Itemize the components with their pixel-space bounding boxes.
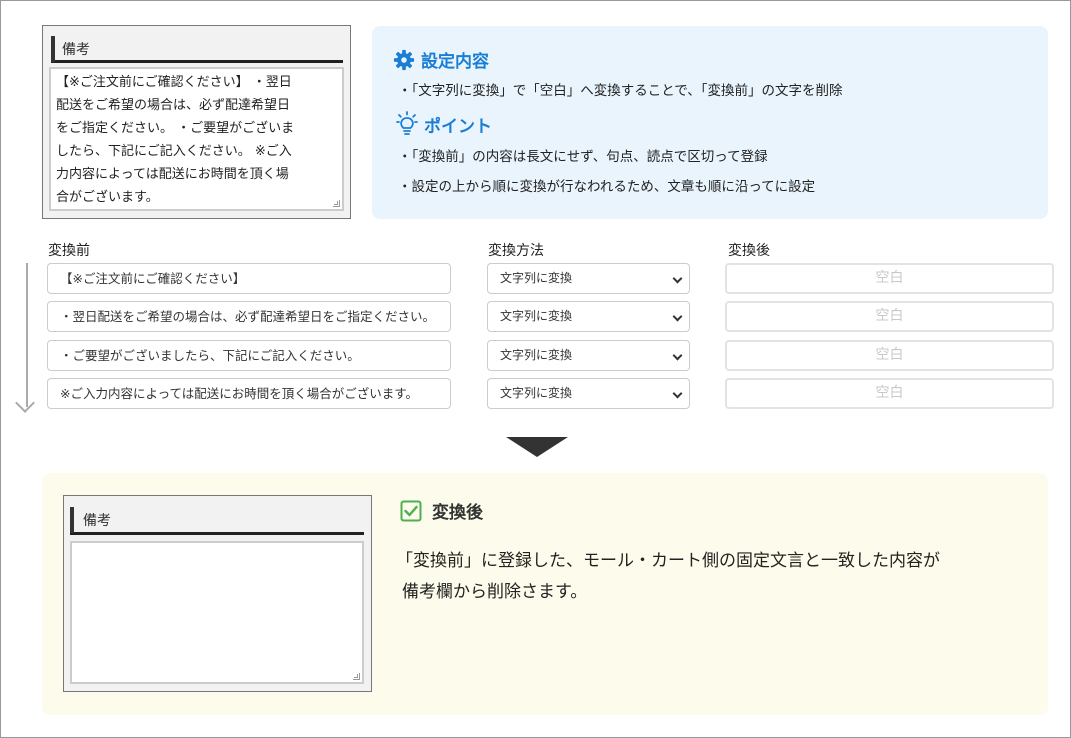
triangle-down-icon [506, 437, 568, 457]
method-select-value: 文字列に変換 [500, 386, 573, 400]
before-input[interactable]: ・ご要望がございましたら、下記にご記入ください。 [47, 340, 451, 371]
chevron-down-icon [672, 273, 683, 284]
lightbulb-icon [396, 111, 418, 135]
memo-heading: 備考 [51, 35, 343, 63]
after-input[interactable]: 空白 [725, 263, 1054, 294]
memo-heading-label: 備考 [62, 42, 90, 58]
method-select[interactable]: 文字列に変換 [487, 378, 690, 409]
resize-grip-icon[interactable] [333, 200, 340, 207]
method-select[interactable]: 文字列に変換 [487, 263, 690, 294]
point-title-label: ポイント [424, 116, 492, 137]
method-select-value: 文字列に変換 [500, 348, 573, 362]
memo-line: 配送をご希望の場合は、必ず配達希望日 [56, 98, 291, 113]
column-header-before: 変換前 [48, 243, 90, 259]
memo-heading-label: 備考 [83, 513, 111, 529]
gear-icon [393, 49, 415, 70]
method-select[interactable]: 文字列に変換 [487, 301, 690, 332]
memo-heading: 備考 [70, 505, 364, 535]
column-header-method: 変換方法 [488, 243, 544, 259]
chevron-down-icon [672, 388, 683, 399]
memo-line: したら、下記にご記入ください。 ※ご入 [56, 144, 292, 159]
result-description: 「変換前」に登録した、モール・カート側の固定文言と一致した内容が [396, 551, 940, 571]
before-input[interactable]: 【※ご注文前にご確認ください】 [47, 263, 451, 294]
flow-arrow-line [26, 263, 28, 407]
after-input[interactable]: 空白 [725, 301, 1054, 332]
memo-textarea[interactable] [70, 541, 364, 684]
memo-line: 合がございます。 [56, 190, 159, 205]
memo-textarea[interactable]: 【※ご注文前にご確認ください】 ・翌日 配送をご希望の場合は、必ず配達希望日 を… [49, 67, 344, 211]
memo-line: 力内容によっては配送にお時間を頂く場 [56, 167, 289, 182]
point-line: ・「変換前」の内容は長文にせず、句点、読点で区切って登録 [398, 149, 768, 165]
resize-grip-icon[interactable] [353, 673, 360, 680]
after-input[interactable]: 空白 [725, 378, 1054, 409]
memo-heading-bar [51, 36, 55, 62]
checkbox-checked-icon [400, 500, 422, 521]
after-input[interactable]: 空白 [725, 340, 1054, 371]
chevron-down-icon [672, 311, 683, 322]
result-description: 備考欄から削除さます。 [402, 582, 588, 602]
point-title: ポイント [396, 111, 492, 137]
method-select-value: 文字列に変換 [500, 309, 573, 323]
memo-box-after: 備考 [63, 495, 372, 692]
settings-title-label: 設定内容 [421, 52, 489, 72]
memo-line: をご指定ください。 ・ご要望がございま [56, 121, 295, 136]
memo-box-before: 備考 【※ご注文前にご確認ください】 ・翌日 配送をご希望の場合は、必ず配達希望… [42, 25, 351, 219]
column-header-after: 変換後 [728, 243, 770, 259]
method-select[interactable]: 文字列に変換 [487, 340, 690, 371]
settings-title: 設定内容 [393, 47, 489, 72]
settings-line: ・「文字列に変換」で「空白」へ変換することで、「変換前」の文字を削除 [398, 83, 843, 99]
before-input[interactable]: ※ご入力内容によっては配送にお時間を頂く場合がございます。 [47, 378, 451, 409]
point-line: ・設定の上から順に変換が行なわれるため、文章も順に沿ってに設定 [398, 179, 816, 195]
memo-heading-bar [70, 507, 74, 533]
result-title: 変換後 [400, 498, 483, 523]
result-title-label: 変換後 [432, 503, 483, 523]
arrow-down-icon [15, 393, 35, 413]
memo-line: 【※ご注文前にご確認ください】 ・翌日 [56, 75, 292, 90]
method-select-value: 文字列に変換 [500, 271, 573, 285]
before-input[interactable]: ・翌日配送をご希望の場合は、必ず配達希望日をご指定ください。 [47, 301, 451, 332]
chevron-down-icon [672, 350, 683, 361]
figure-frame: 備考 【※ご注文前にご確認ください】 ・翌日 配送をご希望の場合は、必ず配達希望… [0, 0, 1071, 738]
